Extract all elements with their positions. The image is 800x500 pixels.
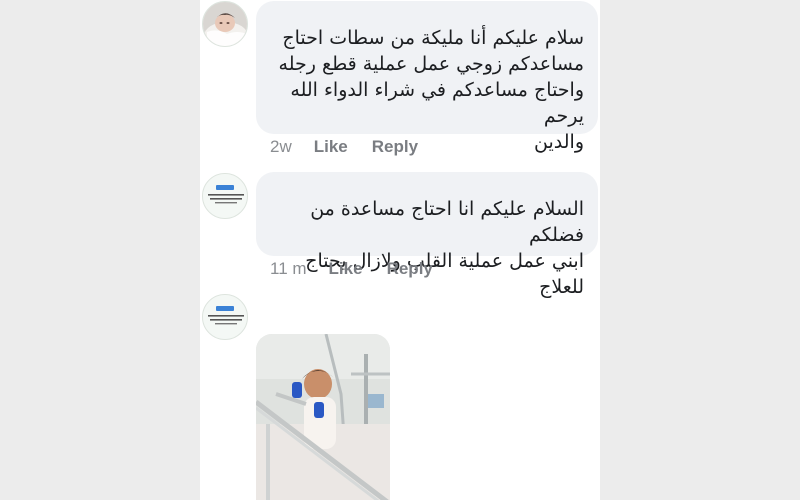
text-card-avatar-icon — [203, 174, 247, 218]
comment-actions: 11 m Like Reply — [270, 258, 457, 280]
commenter-avatar[interactable] — [202, 1, 248, 47]
comment-photo-attachment[interactable] — [256, 334, 390, 500]
reply-button[interactable]: Reply — [372, 137, 418, 157]
comment-thread: سلام عليكم أنا مليكة من سطات احتاج مساعد… — [200, 0, 600, 500]
baby-photo-avatar-icon — [203, 2, 247, 46]
like-button[interactable]: Like — [314, 137, 348, 157]
comment-text: السلام عليكم انا احتاج مساعدة من فضلكم ا… — [305, 198, 584, 298]
comment-timestamp: 2w — [270, 137, 292, 156]
text-card-avatar-icon — [203, 295, 247, 339]
commenter-avatar[interactable] — [202, 294, 248, 340]
comment-bubble: السلام عليكم انا احتاج مساعدة من فضلكم ا… — [256, 172, 598, 298]
screenshot-frame: سلام عليكم أنا مليكة من سطات احتاج مساعد… — [0, 0, 800, 500]
commenter-avatar[interactable] — [202, 173, 248, 219]
comment-actions: 2w Like Reply — [270, 136, 442, 158]
hospital-child-photo-icon — [256, 334, 390, 500]
comment-timestamp: 11 m — [270, 259, 307, 278]
like-button[interactable]: Like — [329, 259, 363, 279]
comment-bubble: سلام عليكم أنا مليكة من سطات احتاج مساعد… — [256, 1, 598, 153]
reply-button[interactable]: Reply — [387, 259, 433, 279]
